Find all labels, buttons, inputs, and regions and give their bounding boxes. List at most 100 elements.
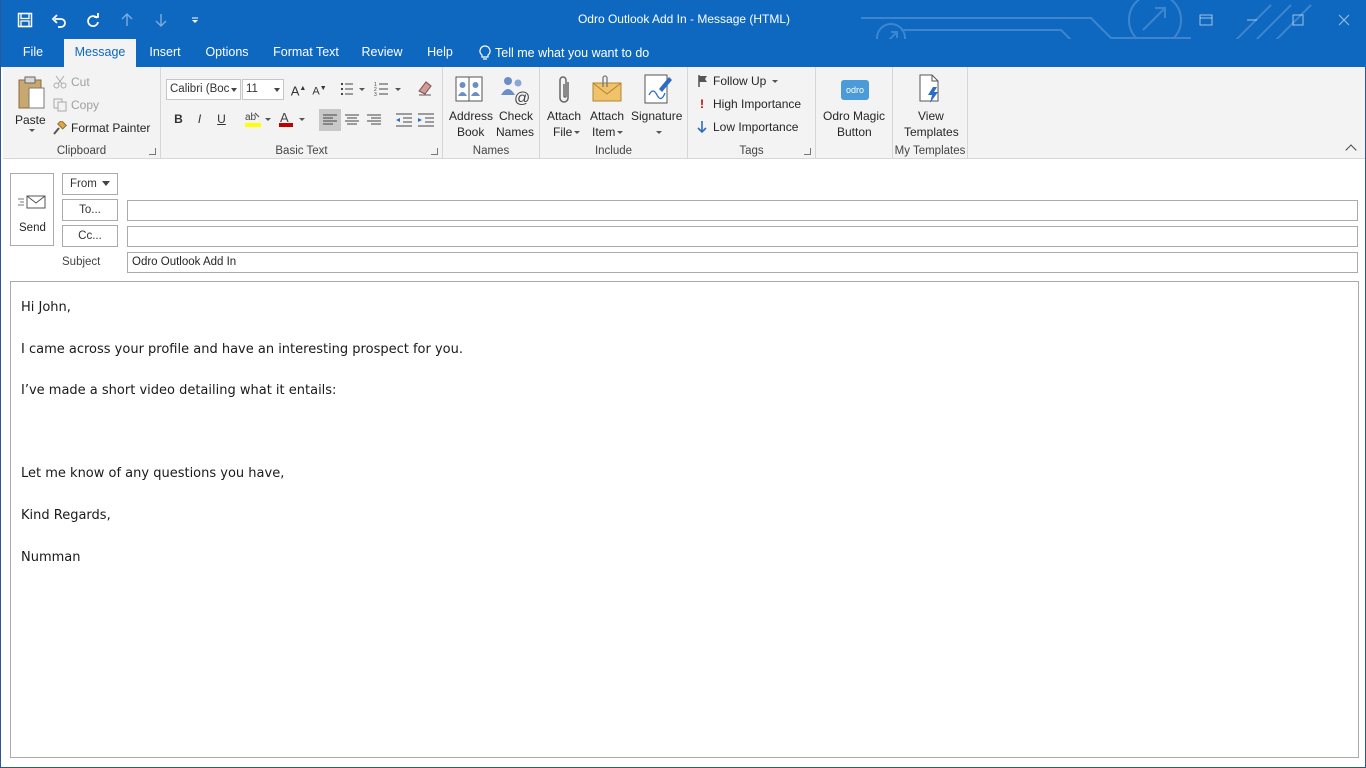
font-name-value: Calibri (Boc <box>170 83 230 95</box>
tags-group: Follow Up ! High Importance Low Importan… <box>688 67 816 159</box>
from-button[interactable]: From <box>62 173 118 195</box>
odro-group: odro Odro Magic Button <box>816 67 893 159</box>
signature-button[interactable]: Signature <box>628 72 686 142</box>
address-book-label-2: Book <box>457 125 485 139</box>
to-button[interactable]: To... <box>62 199 118 221</box>
attach-file-label-1: Attach <box>547 109 582 123</box>
bullets-button[interactable] <box>339 79 367 99</box>
exclamation-icon: ! <box>700 97 704 111</box>
close-icon[interactable] <box>1321 0 1366 39</box>
numbering-button[interactable]: 123 <box>373 79 403 99</box>
signature-label: Signature <box>631 109 683 123</box>
cc-button[interactable]: Cc... <box>62 225 118 247</box>
ribbon: Paste Cut Copy Format Painter Clipboard … <box>3 67 1365 159</box>
highlight-button[interactable]: ab <box>243 109 273 129</box>
names-group: Address Book @ Check Names Names <box>443 67 540 159</box>
ribbon-display-icon[interactable] <box>1183 0 1229 39</box>
clipboard-launcher-icon[interactable] <box>149 148 156 155</box>
outlook-message-window: Odro Outlook Add In - Message (HTML) Fil… <box>0 0 1366 768</box>
clear-formatting-button[interactable] <box>416 79 436 99</box>
svg-text:ab: ab <box>245 112 257 123</box>
address-book-button[interactable]: Address Book <box>446 72 493 140</box>
tags-launcher-icon[interactable] <box>804 148 811 155</box>
paperclip-icon <box>559 76 569 103</box>
shrink-font-button[interactable]: A▼ <box>309 79 330 99</box>
subject-label: Subject <box>62 256 101 268</box>
message-header: Send From To... Cc... Subject Odro Outlo… <box>3 160 1365 280</box>
paste-dropdown-icon <box>29 129 35 132</box>
grow-font-button[interactable]: A▲ <box>288 79 309 99</box>
align-center-button[interactable] <box>341 109 363 131</box>
copy-label: Copy <box>71 98 100 112</box>
italic-button[interactable]: I <box>189 109 210 129</box>
view-templates-button[interactable]: View Templates <box>895 72 966 142</box>
font-color-button[interactable]: A <box>277 109 307 129</box>
format-painter-button[interactable]: Format Painter <box>53 119 150 137</box>
tab-options[interactable]: Options <box>199 39 255 67</box>
tell-me-box[interactable]: Tell me what you want to do <box>479 39 649 67</box>
decrease-indent-button[interactable] <box>393 109 415 131</box>
clipboard-icon <box>18 76 45 109</box>
my-templates-group: View Templates My Templates <box>893 67 968 159</box>
cut-button[interactable]: Cut <box>53 73 90 91</box>
send-label: Send <box>19 222 46 234</box>
cut-label: Cut <box>71 75 90 89</box>
send-button[interactable]: Send <box>10 173 54 246</box>
format-painter-label: Format Painter <box>71 121 151 135</box>
high-importance-button[interactable]: ! High Importance <box>697 95 801 113</box>
svg-text:3: 3 <box>374 92 377 98</box>
minimize-icon[interactable] <box>1229 0 1275 39</box>
basic-text-launcher-icon[interactable] <box>431 148 438 155</box>
tab-review[interactable]: Review <box>356 39 408 67</box>
from-dropdown-icon <box>102 181 111 187</box>
bold-button[interactable]: B <box>168 109 189 129</box>
down-arrow-blue-icon <box>697 121 707 134</box>
check-names-label-1: Check <box>499 109 534 123</box>
to-field[interactable] <box>127 200 1358 221</box>
body-line-video: I’ve made a short video detailing what i… <box>21 383 337 398</box>
body-line-signature: Numman <box>21 550 81 565</box>
basic-text-group: Calibri (Boc 11 A▲ A▼ 123 B I U ab A Bas… <box>161 67 443 159</box>
attach-item-label-2: Item <box>592 125 624 139</box>
align-center-icon <box>345 114 359 125</box>
tab-format-text[interactable]: Format Text <box>267 39 345 67</box>
tab-help[interactable]: Help <box>420 39 460 67</box>
ribbon-tabs: File Message Insert Options Format Text … <box>1 39 1366 68</box>
align-left-button[interactable] <box>319 109 341 131</box>
low-importance-button[interactable]: Low Importance <box>697 118 798 136</box>
address-book-icon <box>455 76 483 102</box>
include-group: Attach File Attach Item Signature Includ… <box>540 67 688 159</box>
check-names-icon: @ <box>501 77 530 105</box>
increase-indent-button[interactable] <box>415 109 437 131</box>
tab-message[interactable]: Message <box>64 39 136 68</box>
include-group-label: Include <box>594 145 633 157</box>
eraser-icon <box>418 81 432 96</box>
follow-up-button[interactable]: Follow Up <box>697 72 779 90</box>
attach-item-button[interactable]: Attach Item <box>587 72 627 142</box>
align-right-icon <box>367 114 381 125</box>
copy-button[interactable]: Copy <box>53 96 99 114</box>
underline-button[interactable]: U <box>211 109 232 129</box>
subject-field[interactable]: Odro Outlook Add In <box>127 252 1358 273</box>
body-line-regards: Kind Regards, <box>21 508 111 523</box>
paste-button[interactable]: Paste <box>11 73 51 137</box>
tab-insert[interactable]: Insert <box>143 39 187 67</box>
cc-field[interactable] <box>127 226 1358 247</box>
maximize-icon[interactable] <box>1275 0 1321 39</box>
font-size-combo[interactable]: 11 <box>242 79 284 100</box>
font-color-icon: A <box>279 110 305 127</box>
align-right-button[interactable] <box>363 109 385 131</box>
message-body-editor[interactable]: Hi John, I came across your profile and … <box>10 281 1359 758</box>
tab-file[interactable]: File <box>15 39 51 67</box>
send-envelope-icon <box>18 195 46 209</box>
check-names-button[interactable]: @ Check Names <box>493 72 537 140</box>
collapse-ribbon-icon[interactable] <box>1345 144 1357 156</box>
attach-file-button[interactable]: Attach File <box>544 72 586 142</box>
attach-file-label-2: File <box>553 125 581 139</box>
basic-text-group-label: Basic Text <box>275 145 328 157</box>
font-name-combo[interactable]: Calibri (Boc <box>166 79 241 100</box>
highlighter-icon: ab <box>245 112 271 127</box>
tell-me-text: Tell me what you want to do <box>495 46 650 60</box>
clipboard-group: Paste Cut Copy Format Painter Clipboard <box>3 67 161 159</box>
odro-magic-button[interactable]: odro Odro Magic Button <box>818 72 891 142</box>
